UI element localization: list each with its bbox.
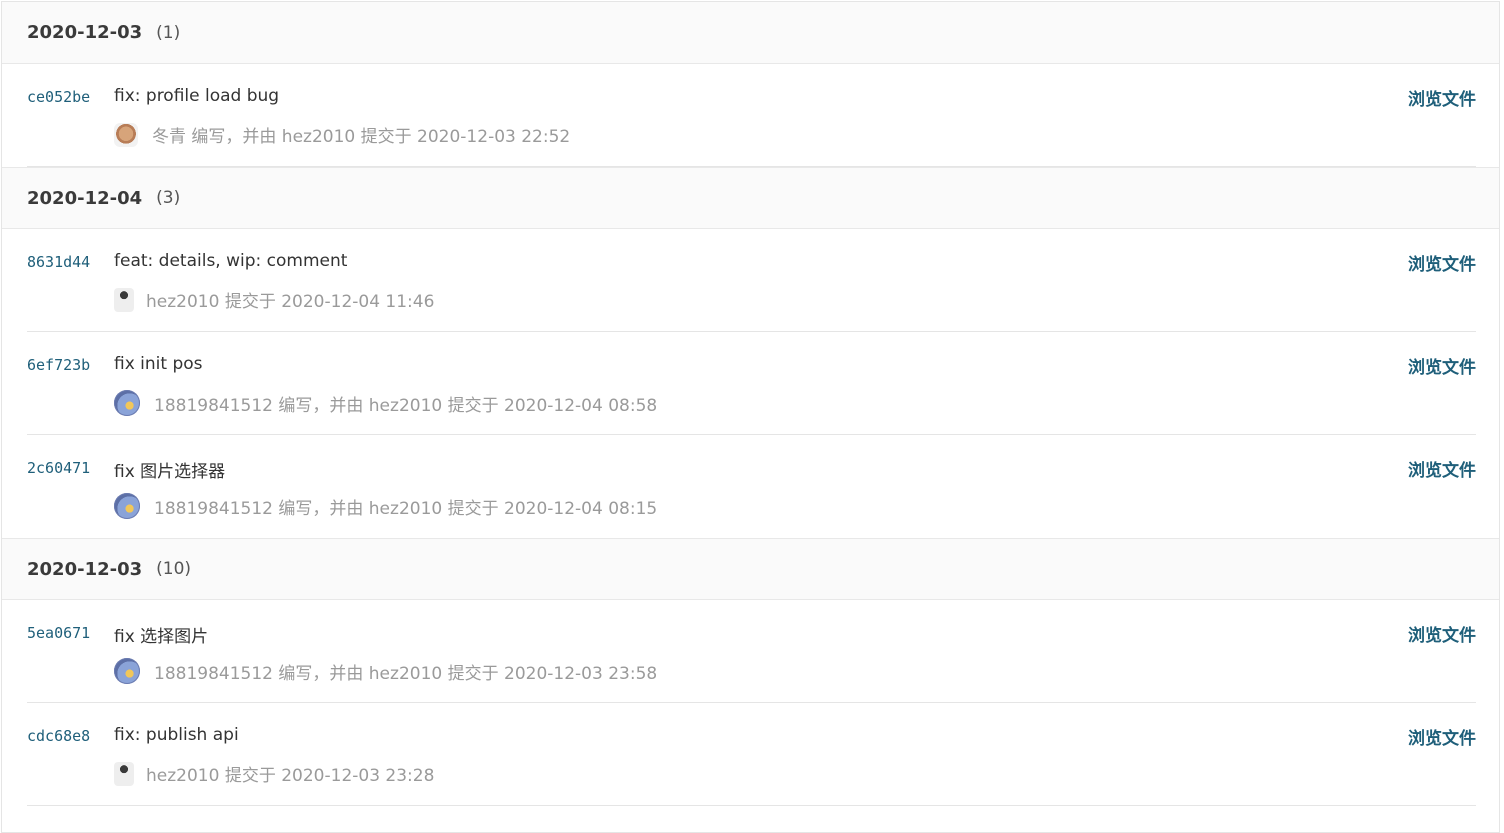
commit-sha-link[interactable]: 2c60471 [27, 459, 90, 477]
commit-meta: hez2010 提交于 2020-12-03 23:28 [114, 761, 434, 786]
commit-author-info: 冬青 编写，并由 hez2010 提交于 2020-12-03 22:52 [152, 127, 571, 147]
commit-meta: hez2010 提交于 2020-12-04 11:46 [114, 287, 434, 312]
commit-meta: 冬青 编写，并由 hez2010 提交于 2020-12-03 22:52 [114, 122, 570, 147]
commit-author-info: hez2010 提交于 2020-12-03 23:28 [146, 766, 435, 786]
commit-row: 2c60471 fix 图片选择器 18819841512 编写，并由 hez2… [27, 435, 1476, 538]
commit-author-info: 18819841512 编写，并由 hez2010 提交于 2020-12-04… [154, 498, 658, 519]
commit-message[interactable]: fix: publish api [114, 725, 239, 745]
browse-files-button[interactable]: 浏览文件 [1408, 456, 1476, 481]
bear-avatar-icon[interactable] [114, 122, 138, 147]
commit-message[interactable]: feat: details, wip: comment [114, 251, 347, 271]
commit-message[interactable]: fix 选择图片 [114, 622, 208, 647]
browse-files-button[interactable]: 浏览文件 [1408, 353, 1476, 378]
commit-row: 5ea0671 fix 选择图片 18819841512 编写，并由 hez20… [27, 600, 1476, 703]
browse-files-button[interactable]: 浏览文件 [1408, 621, 1476, 646]
commit-row: cdc68e8 fix: publish api hez2010 提交于 202… [27, 703, 1476, 806]
commit-message[interactable]: fix: profile load bug [114, 86, 279, 106]
date-group-header: 2020-12-04 (3) [2, 167, 1499, 229]
commit-row: 8631d44 feat: details, wip: comment hez2… [27, 229, 1476, 332]
commit-message[interactable]: fix init pos [114, 354, 203, 374]
date-group-header: 2020-12-03 (10) [2, 538, 1499, 600]
commit-author-info: 18819841512 编写，并由 hez2010 提交于 2020-12-03… [154, 663, 658, 684]
commit-sha-link[interactable]: 8631d44 [27, 253, 90, 271]
commit-meta: 18819841512 编写，并由 hez2010 提交于 2020-12-03… [114, 658, 657, 684]
globe-avatar-icon[interactable] [114, 493, 140, 519]
date-group-header: 2020-12-03 (1) [2, 2, 1499, 64]
commit-sha-link[interactable]: 6ef723b [27, 356, 90, 374]
commit-meta: 18819841512 编写，并由 hez2010 提交于 2020-12-04… [114, 493, 657, 519]
browse-files-button[interactable]: 浏览文件 [1408, 724, 1476, 749]
commit-sha-link[interactable]: ce052be [27, 88, 90, 106]
person-avatar-icon[interactable] [114, 287, 134, 312]
person-avatar-icon[interactable] [114, 761, 134, 786]
commit-sha-link[interactable]: 5ea0671 [27, 624, 90, 642]
commit-meta: 18819841512 编写，并由 hez2010 提交于 2020-12-04… [114, 390, 657, 416]
group-date: 2020-12-03 [27, 558, 143, 580]
group-date: 2020-12-04 [27, 187, 143, 209]
commit-sha-link[interactable]: cdc68e8 [27, 727, 90, 745]
group-count: (10) [156, 559, 192, 579]
group-count: (3) [156, 188, 181, 208]
commit-author-info: 18819841512 编写，并由 hez2010 提交于 2020-12-04… [154, 395, 658, 416]
globe-avatar-icon[interactable] [114, 658, 140, 684]
browse-files-button[interactable]: 浏览文件 [1408, 250, 1476, 275]
commit-row: 6ef723b fix init pos 18819841512 编写，并由 h… [27, 332, 1476, 435]
group-count: (1) [156, 22, 181, 43]
commit-row: ce052be fix: profile load bug 冬青 编写，并由 h… [27, 64, 1476, 167]
browse-files-button[interactable]: 浏览文件 [1408, 85, 1476, 110]
commit-message[interactable]: fix 图片选择器 [114, 457, 225, 482]
commit-list: 2020-12-03 (1) ce052be fix: profile load… [1, 1, 1500, 833]
globe-avatar-icon[interactable] [114, 390, 140, 416]
group-date: 2020-12-03 [27, 22, 143, 43]
commit-author-info: hez2010 提交于 2020-12-04 11:46 [146, 292, 435, 312]
